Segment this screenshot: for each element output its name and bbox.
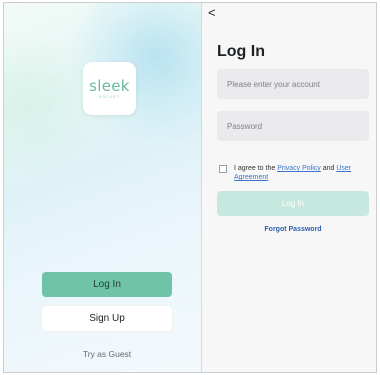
account-input[interactable]	[217, 69, 369, 99]
signup-button[interactable]: Sign Up	[42, 306, 172, 331]
agreement-text: I agree to the Privacy Policy and User A…	[234, 164, 369, 182]
welcome-login-button[interactable]: Log In	[42, 272, 172, 297]
try-as-guest-link[interactable]: Try as Guest	[42, 349, 172, 359]
logo-wordmark: sleek	[89, 76, 130, 95]
app-window: sleek SOCKET Log In Sign Up Try as Guest…	[3, 2, 377, 373]
app-logo: sleek SOCKET	[83, 62, 136, 115]
agreement-row: I agree to the Privacy Policy and User A…	[219, 164, 369, 182]
privacy-policy-link[interactable]: Privacy Policy	[277, 165, 321, 172]
welcome-panel: sleek SOCKET Log In Sign Up Try as Guest	[4, 3, 202, 372]
page-title: Log In	[217, 43, 265, 60]
login-panel: < Log In I agree to the Privacy Policy a…	[202, 3, 376, 372]
login-submit-button[interactable]: Log In	[217, 191, 369, 216]
password-input[interactable]	[217, 111, 369, 141]
logo-subtext: SOCKET	[98, 94, 121, 99]
agree-checkbox[interactable]	[219, 165, 227, 173]
forgot-password-link[interactable]: Forgot Password	[217, 226, 369, 233]
agreement-prefix: I agree to the	[234, 165, 278, 172]
agreement-and: and	[320, 165, 337, 172]
chevron-left-icon[interactable]: <	[208, 6, 216, 19]
